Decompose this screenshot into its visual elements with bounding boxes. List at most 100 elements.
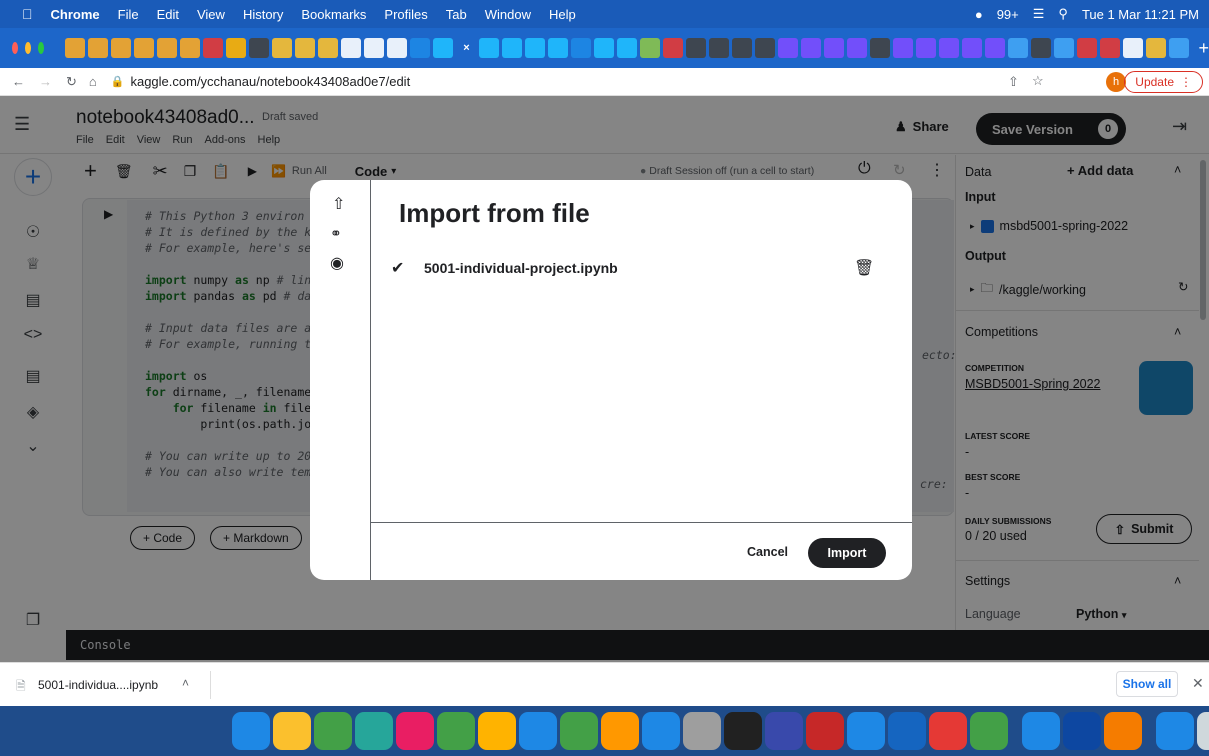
- browser-tab[interactable]: [916, 38, 937, 58]
- upload-icon[interactable]: ⇧: [332, 194, 345, 214]
- browser-tab[interactable]: [801, 38, 822, 58]
- link-icon[interactable]: ⚭: [330, 225, 342, 242]
- dock-app-icon[interactable]: [847, 712, 885, 750]
- home-icon[interactable]: ⌂: [89, 74, 97, 89]
- browser-tab[interactable]: [594, 38, 615, 58]
- menu-history[interactable]: History: [243, 7, 283, 22]
- minimize-window-icon[interactable]: [25, 42, 32, 54]
- browser-tab[interactable]: [1031, 38, 1052, 58]
- menu-app-name[interactable]: Chrome: [51, 7, 100, 22]
- import-button[interactable]: Import: [808, 538, 886, 568]
- dock-app-icon[interactable]: [273, 712, 311, 750]
- clock[interactable]: Tue 1 Mar 11:21 PM: [1082, 7, 1199, 22]
- browser-tab[interactable]: [1054, 38, 1075, 58]
- browser-tab[interactable]: [479, 38, 500, 58]
- dock-app-icon[interactable]: [601, 712, 639, 750]
- delete-file-icon[interactable]: 🗑: [854, 258, 874, 278]
- browser-tab[interactable]: [203, 38, 224, 58]
- menu-edit[interactable]: Edit: [157, 7, 179, 22]
- dock-app-icon[interactable]: [683, 712, 721, 750]
- browser-tab[interactable]: [962, 38, 983, 58]
- browser-tab[interactable]: [226, 38, 247, 58]
- browser-tab[interactable]: [502, 38, 523, 58]
- dock-app-icon[interactable]: [478, 712, 516, 750]
- dock-app-icon[interactable]: [396, 712, 434, 750]
- share-page-icon[interactable]: ⇧: [1008, 74, 1019, 90]
- menu-help[interactable]: Help: [549, 7, 576, 22]
- apple-icon[interactable]: : [22, 6, 33, 22]
- browser-tab[interactable]: [985, 38, 1006, 58]
- dock-app-icon[interactable]: [806, 712, 844, 750]
- browser-tab[interactable]: [249, 38, 270, 58]
- cancel-button[interactable]: Cancel: [747, 545, 788, 559]
- menu-bookmarks[interactable]: Bookmarks: [301, 7, 366, 22]
- browser-tab[interactable]: [686, 38, 707, 58]
- dock-app-icon[interactable]: [232, 712, 270, 750]
- dock-app-icon[interactable]: [642, 712, 680, 750]
- bookmark-star-icon[interactable]: ☆: [1032, 73, 1044, 89]
- browser-tab[interactable]: [387, 38, 408, 58]
- reload-icon[interactable]: ↻: [66, 74, 77, 90]
- browser-tab[interactable]: [939, 38, 960, 58]
- dock-app-icon[interactable]: [519, 712, 557, 750]
- url-field[interactable]: kaggle.com/ycchanau/notebook43408ad0e7/e…: [130, 74, 410, 89]
- dock-app-icon[interactable]: [970, 712, 1008, 750]
- dock-app-icon[interactable]: [1156, 712, 1194, 750]
- browser-tab[interactable]: [364, 38, 385, 58]
- browser-tab[interactable]: [134, 38, 155, 58]
- dock-app-icon[interactable]: [724, 712, 762, 750]
- browser-tab[interactable]: [341, 38, 362, 58]
- browser-tab[interactable]: [640, 38, 661, 58]
- dock-app-icon[interactable]: [929, 712, 967, 750]
- close-tab-icon[interactable]: ×: [456, 38, 476, 58]
- browser-tab[interactable]: [111, 38, 132, 58]
- menu-window[interactable]: Window: [485, 7, 531, 22]
- browser-tab[interactable]: [847, 38, 868, 58]
- browser-tab[interactable]: [1123, 38, 1144, 58]
- browser-tab[interactable]: [525, 38, 546, 58]
- menu-file[interactable]: File: [118, 7, 139, 22]
- close-window-icon[interactable]: [12, 42, 19, 54]
- browser-tab[interactable]: [410, 38, 431, 58]
- browser-tab[interactable]: [571, 38, 592, 58]
- dock-app-icon[interactable]: [888, 712, 926, 750]
- dock-app-icon[interactable]: [560, 712, 598, 750]
- dock-app-icon[interactable]: [1197, 712, 1209, 750]
- browser-tab[interactable]: [1100, 38, 1121, 58]
- browser-tab[interactable]: [1077, 38, 1098, 58]
- dock-app-icon[interactable]: [1022, 712, 1060, 750]
- browser-tab[interactable]: [1169, 38, 1190, 58]
- dock-app-icon[interactable]: [1104, 712, 1142, 750]
- browser-tab[interactable]: [709, 38, 730, 58]
- show-all-button[interactable]: Show all: [1116, 671, 1178, 697]
- close-download-bar-icon[interactable]: ✕: [1192, 675, 1204, 692]
- browser-tab[interactable]: [755, 38, 776, 58]
- menu-view[interactable]: View: [197, 7, 225, 22]
- github-icon[interactable]: ◉: [330, 253, 344, 273]
- dock-app-icon[interactable]: [355, 712, 393, 750]
- dock-app-icon[interactable]: [1063, 712, 1101, 750]
- browser-tab[interactable]: [548, 38, 569, 58]
- back-icon[interactable]: ←: [12, 74, 25, 89]
- control-center-icon[interactable]: ☰: [1033, 6, 1045, 22]
- browser-tab[interactable]: [157, 38, 178, 58]
- dock-app-icon[interactable]: [437, 712, 475, 750]
- dock-app-icon[interactable]: [765, 712, 803, 750]
- zoom-window-icon[interactable]: [38, 42, 45, 54]
- search-icon[interactable]: ⚲: [1058, 6, 1068, 22]
- chevron-up-icon[interactable]: ˄: [182, 676, 189, 690]
- browser-tab[interactable]: [617, 38, 638, 58]
- browser-tab[interactable]: [732, 38, 753, 58]
- browser-tab[interactable]: [65, 38, 86, 58]
- browser-tab[interactable]: [778, 38, 799, 58]
- notification-count[interactable]: 99+: [997, 7, 1019, 22]
- browser-tab[interactable]: [318, 38, 339, 58]
- forward-icon[interactable]: →: [39, 74, 52, 89]
- browser-tab[interactable]: [88, 38, 109, 58]
- browser-tab[interactable]: [433, 38, 454, 58]
- browser-tab[interactable]: [1008, 38, 1029, 58]
- profile-avatar[interactable]: h: [1106, 72, 1126, 92]
- browser-tab[interactable]: [824, 38, 845, 58]
- new-tab-icon[interactable]: +: [1198, 38, 1209, 59]
- browser-tab[interactable]: [180, 38, 201, 58]
